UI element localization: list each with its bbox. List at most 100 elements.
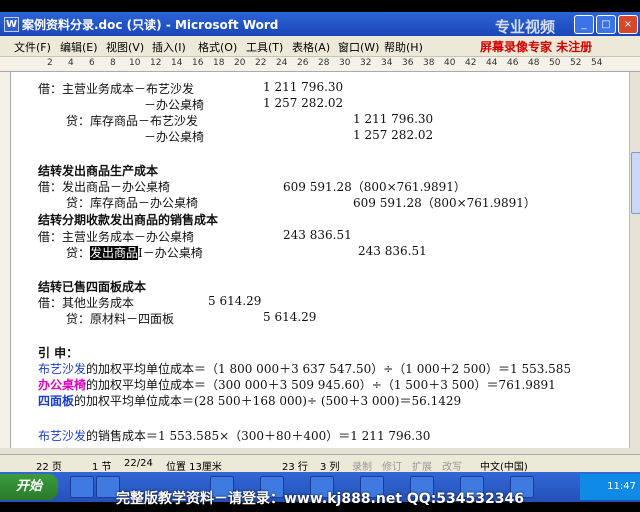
doc-amount: 609 591.28（800×761.9891） xyxy=(283,180,466,194)
screen: W 案例资料分录.doc (只读) - Microsoft Word 专业视频 … xyxy=(0,0,640,512)
status-col: 3 列 xyxy=(320,462,340,473)
ruler-tick: 36 xyxy=(402,58,414,68)
menu-window[interactable]: 窗口(W) xyxy=(338,39,379,55)
formula-line: 办公桌椅的加权平均单位成本＝（300 000＋3 509 945.60）÷（1 … xyxy=(38,376,556,393)
status-overwrite[interactable]: 改写 xyxy=(442,458,462,473)
scroll-thumb[interactable] xyxy=(631,152,640,214)
ruler-tick: 20 xyxy=(234,58,246,68)
ruler-tick: 52 xyxy=(570,58,582,68)
doc-amount: 1 211 796.30 xyxy=(353,112,434,126)
doc-line: 贷：库存商品－布艺沙发 xyxy=(66,114,199,128)
ruler-tick: 30 xyxy=(339,58,351,68)
formula-line: 布艺沙发的加权平均单位成本＝（1 800 000＋3 637 547.50）÷（… xyxy=(38,360,571,377)
keyword: 四面板 xyxy=(38,394,75,408)
maximize-icon[interactable]: □ xyxy=(596,15,616,34)
doc-line: 借：其他业务成本 xyxy=(38,296,135,310)
vertical-scrollbar[interactable] xyxy=(629,72,640,448)
ruler-tick: 38 xyxy=(423,58,435,68)
document-page[interactable]: 借：主营业务成本－布艺沙发 1 211 796.30 －办公桌椅 1 257 2… xyxy=(11,72,629,448)
ruler-tick: 40 xyxy=(444,58,456,68)
doc-amount: 1 211 796.30 xyxy=(263,80,344,94)
ruler-tick: 32 xyxy=(360,58,372,68)
recorder-brand: 屏幕录像专家 未注册 xyxy=(480,40,593,54)
window-controls: _ □ × xyxy=(574,15,638,34)
credit-prefix: 贷： xyxy=(66,246,91,260)
doc-amount: 5 614.29 xyxy=(263,310,317,324)
section-heading: 结转已售四面板成本 xyxy=(38,280,147,294)
ruler-tick: 54 xyxy=(591,58,603,68)
status-section: 1 节 xyxy=(92,462,112,473)
vertical-ruler[interactable] xyxy=(0,72,11,448)
status-pages: 22/24 xyxy=(124,458,153,469)
credit-suffix: －办公桌椅 xyxy=(142,246,203,260)
doc-line: －办公桌椅 xyxy=(144,130,205,144)
formula-line: 四面板的加权平均单位成本＝(28 500＋168 000)÷ (500＋3 00… xyxy=(38,392,461,409)
status-extend[interactable]: 扩展 xyxy=(412,458,432,473)
status-page: 22 页 xyxy=(36,462,62,473)
status-position: 位置 13厘米 xyxy=(166,462,222,473)
ruler-tick: 34 xyxy=(381,58,393,68)
formula-text: 的销售成本＝1 553.585×（300＋80＋400）＝1 211 796.3… xyxy=(86,429,431,443)
doc-amount: 5 614.29 xyxy=(208,294,262,308)
doc-line: 借：发出商品－办公桌椅 xyxy=(38,180,171,194)
keyword: 布艺沙发 xyxy=(38,362,87,376)
status-row: 23 行 xyxy=(282,462,308,473)
menu-help[interactable]: 帮助(H) xyxy=(384,39,423,55)
word-icon: W xyxy=(4,17,19,32)
ruler-tick: 26 xyxy=(297,58,309,68)
close-icon[interactable]: × xyxy=(618,15,638,34)
ruler-tick: 4 xyxy=(68,58,74,68)
ruler-tick: 8 xyxy=(110,58,116,68)
ruler-tick: 22 xyxy=(255,58,267,68)
doc-amount: 609 591.28（800×761.9891） xyxy=(353,196,536,210)
minimize-icon[interactable]: _ xyxy=(574,15,594,34)
menu-tools[interactable]: 工具(T) xyxy=(246,39,283,55)
ruler-tick: 28 xyxy=(318,58,330,68)
ruler-tick: 24 xyxy=(276,58,288,68)
video-watermark: 专业视频 xyxy=(495,18,556,36)
menu-format[interactable]: 格式(O) xyxy=(198,39,237,55)
selected-text[interactable]: 发出商品 xyxy=(90,246,139,260)
ruler-tick: 16 xyxy=(192,58,204,68)
menu-bar: 文件(F) 编辑(E) 视图(V) 插入(I) 格式(O) 工具(T) 表格(A… xyxy=(0,36,640,57)
ruler-tick: 18 xyxy=(213,58,225,68)
status-bar: 22 页 1 节 22/24 位置 13厘米 23 行 3 列 录制 修订 扩展… xyxy=(0,454,640,473)
doc-amount: 243 836.51 xyxy=(283,228,352,242)
ruler-tick: 50 xyxy=(549,58,561,68)
formula-text: 的加权平均单位成本＝(28 500＋168 000)÷ (500＋3 000)＝… xyxy=(74,394,462,408)
doc-line: －办公桌椅 xyxy=(144,98,205,112)
section-heading: 结转分期收款发出商品的销售成本 xyxy=(38,213,219,227)
ruler-tick: 10 xyxy=(129,58,141,68)
ruler-tick: 44 xyxy=(486,58,498,68)
ruler-tick: 14 xyxy=(171,58,183,68)
window-title: 案例资料分录.doc (只读) - Microsoft Word xyxy=(22,18,279,32)
doc-line: 贷：发出商品I－办公桌椅 xyxy=(66,244,203,261)
menu-edit[interactable]: 编辑(E) xyxy=(60,39,98,55)
top-border xyxy=(0,0,640,12)
menu-file[interactable]: 文件(F) xyxy=(14,39,51,55)
horizontal-ruler[interactable]: 2 4 6 8 10 12 14 16 18 20 22 24 26 28 30… xyxy=(0,57,640,72)
section-heading: 结转发出商品生产成本 xyxy=(38,164,159,178)
formula-text: 的加权平均单位成本＝（1 800 000＋3 637 547.50）÷（1 00… xyxy=(86,362,572,376)
doc-line: 贷：库存商品－办公桌椅 xyxy=(66,196,199,210)
status-track[interactable]: 修订 xyxy=(382,458,402,473)
doc-line: 借：主营业务成本－布艺沙发 xyxy=(38,82,195,96)
bottom-watermark: 完整版教学资料－请登录：www.kj888.net QQ:534532346 xyxy=(116,491,524,507)
status-record[interactable]: 录制 xyxy=(352,458,372,473)
ruler-tick: 12 xyxy=(150,58,162,68)
doc-line: 借：主营业务成本－办公桌椅 xyxy=(38,230,195,244)
formula-line: 布艺沙发的销售成本＝1 553.585×（300＋80＋400）＝1 211 7… xyxy=(38,427,430,444)
section-heading: 引 申： xyxy=(38,346,79,360)
doc-amount: 1 257 282.02 xyxy=(263,96,344,110)
ruler-tick: 46 xyxy=(507,58,519,68)
ruler-tick: 6 xyxy=(89,58,95,68)
menu-insert[interactable]: 插入(I) xyxy=(152,39,186,55)
doc-amount: 243 836.51 xyxy=(358,244,427,258)
keyword: 布艺沙发 xyxy=(38,429,87,443)
formula-text: 的加权平均单位成本＝（300 000＋3 509 945.60）÷（1 500＋… xyxy=(86,378,556,392)
status-language: 中文(中国) xyxy=(480,462,528,473)
title-bar: W 案例资料分录.doc (只读) - Microsoft Word 专业视频 … xyxy=(0,12,640,36)
menu-view[interactable]: 视图(V) xyxy=(106,39,144,55)
keyword: 办公桌椅 xyxy=(38,378,87,392)
menu-table[interactable]: 表格(A) xyxy=(292,39,330,55)
